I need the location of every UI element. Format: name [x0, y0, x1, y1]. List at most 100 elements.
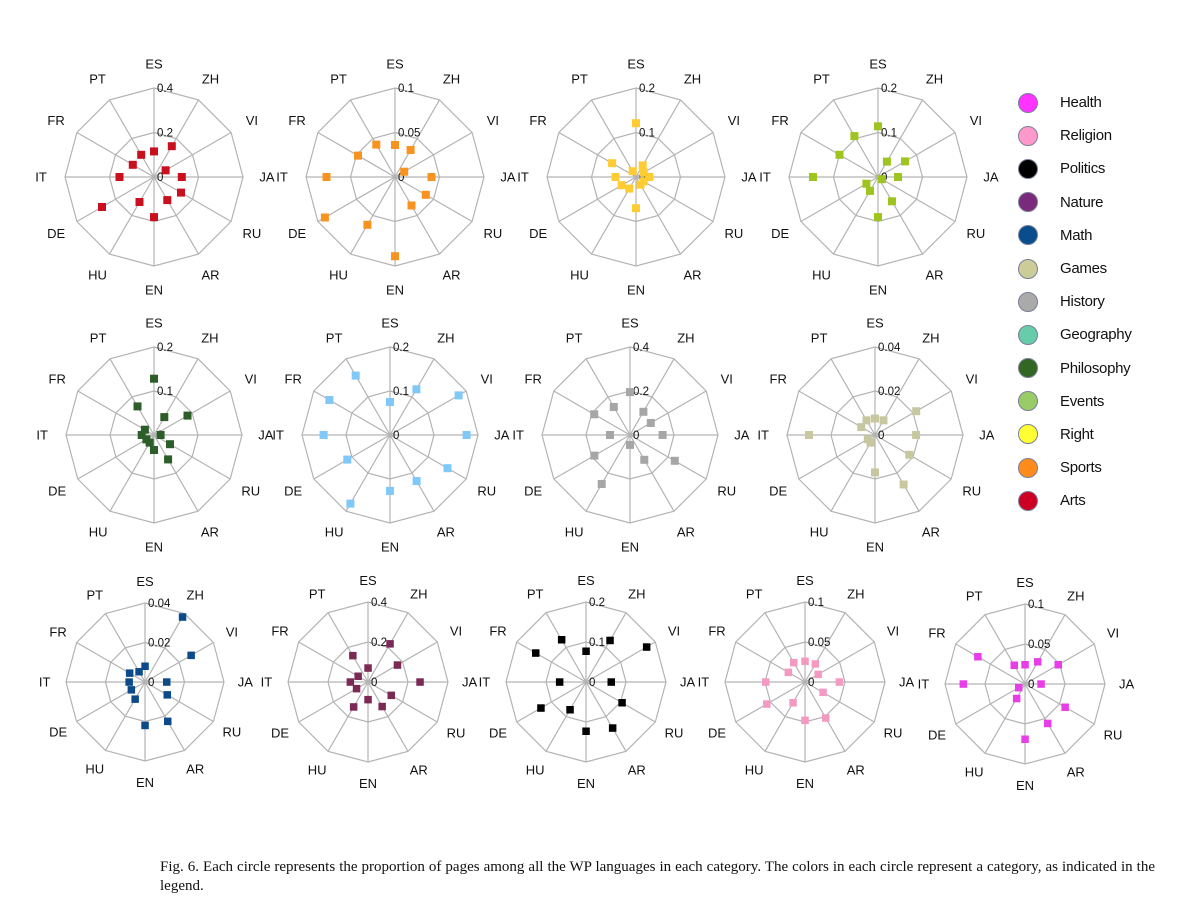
- tick-label: 0.4: [157, 83, 174, 95]
- axis-label: FR: [529, 113, 546, 128]
- axis-label: EN: [869, 283, 887, 298]
- data-point-de: [1015, 683, 1023, 692]
- axis-label: RU: [477, 483, 496, 498]
- radar-chart-games: ES ZH VI JA RU AR EN HU DE IT FR PT 0 0.02 0.04: [757, 316, 994, 555]
- axis-label: PT: [813, 72, 830, 87]
- data-point-ar: [378, 702, 386, 711]
- axis-label: JA: [741, 170, 757, 185]
- axis-label: DE: [708, 725, 726, 740]
- data-point-de: [863, 435, 872, 444]
- tick-label: 0.2: [157, 342, 173, 354]
- data-point-vi: [1054, 661, 1062, 669]
- legend-swatch-icon: [1018, 490, 1038, 511]
- data-point-zh: [178, 613, 187, 621]
- data-point-it: [346, 678, 355, 686]
- data-point-zh: [412, 385, 421, 394]
- grid-spoke: [313, 390, 391, 436]
- axis-label: IT: [759, 170, 771, 185]
- grid-spoke: [313, 434, 391, 480]
- axis-label: HU: [329, 267, 348, 282]
- legend-swatch-icon: [1018, 291, 1038, 312]
- axis-label: DE: [47, 226, 65, 241]
- legend-item-geography: Geography: [1018, 318, 1132, 351]
- axis-label: JA: [899, 675, 915, 690]
- axis-label: HU: [570, 267, 589, 282]
- axis-label: VI: [1107, 626, 1119, 641]
- data-point-vi: [187, 651, 195, 660]
- legend-label: Math: [1060, 226, 1093, 244]
- axis-label: ES: [621, 316, 639, 331]
- data-point-en: [386, 486, 394, 495]
- legend: Health Religion Politics Nature Math Games His…: [1018, 86, 1132, 517]
- grid-spoke: [585, 681, 627, 752]
- data-point-pt: [133, 402, 142, 411]
- data-point-hu: [346, 499, 355, 508]
- data-point-de: [537, 704, 545, 712]
- data-point-de: [127, 686, 136, 694]
- data-point-en: [632, 204, 640, 213]
- tick-label: 0: [1028, 679, 1034, 691]
- tick-label: 0: [589, 677, 595, 689]
- data-point-ja: [416, 678, 424, 686]
- data-point-it: [115, 173, 124, 181]
- axis-label: VI: [487, 113, 499, 128]
- axis-label: AR: [847, 763, 865, 778]
- axis-label: ES: [869, 57, 887, 72]
- grid-spoke: [327, 681, 369, 752]
- grid-spoke: [108, 176, 155, 255]
- legend-label: Arts: [1060, 492, 1086, 510]
- data-point-pt: [850, 132, 859, 141]
- data-point-es: [1021, 661, 1029, 669]
- grid-spoke: [877, 176, 924, 255]
- axis-label: PT: [571, 72, 588, 87]
- legend-swatch-icon: [1018, 324, 1038, 345]
- axis-label: ZH: [926, 72, 943, 87]
- axis-label: PT: [326, 331, 343, 346]
- data-point-ar: [822, 714, 830, 722]
- tick-label: 0: [633, 430, 639, 442]
- axis-label: PT: [90, 331, 107, 346]
- data-point-pt: [351, 371, 360, 380]
- data-point-ru: [1061, 703, 1069, 711]
- data-point-en: [874, 213, 882, 222]
- grid-spoke: [1024, 683, 1066, 754]
- data-point-fr: [128, 160, 137, 169]
- grid-spoke: [349, 99, 396, 178]
- grid-spoke: [153, 434, 199, 512]
- data-point-ru: [670, 456, 679, 465]
- data-point-pt: [372, 140, 381, 149]
- legend-swatch-icon: [1018, 92, 1038, 113]
- data-point-en: [364, 695, 372, 704]
- axis-label: IT: [39, 675, 51, 690]
- axis-label: ES: [145, 316, 163, 331]
- data-point-zh: [638, 161, 647, 170]
- axis-label: FR: [285, 372, 302, 387]
- axis-label: DE: [49, 725, 67, 740]
- data-point-en: [150, 446, 158, 454]
- radar-chart-politics: ES ZH VI JA RU AR EN HU DE IT FR PT 0 0.1 0.2: [479, 573, 696, 791]
- data-point-ar: [888, 197, 896, 206]
- axis-label: ES: [136, 574, 154, 589]
- legend-swatch-icon: [1018, 158, 1038, 179]
- data-point-de: [98, 203, 106, 211]
- data-point-it: [125, 678, 133, 686]
- axis-label: PT: [566, 331, 583, 346]
- data-point-it: [555, 678, 564, 686]
- data-point-ar: [164, 455, 173, 464]
- axis-label: ES: [359, 573, 377, 588]
- data-point-ja: [894, 173, 902, 181]
- data-point-it: [762, 678, 770, 686]
- axis-label: FR: [47, 113, 64, 128]
- axis-label: JA: [979, 428, 995, 443]
- axis-label: RU: [967, 226, 986, 241]
- axis-label: AR: [442, 267, 460, 282]
- data-point-vi: [393, 661, 402, 669]
- radar-chart-health: ES ZH VI JA RU AR EN HU DE IT FR PT 0 0.05 0.1: [918, 575, 1135, 793]
- data-point-it: [611, 173, 620, 181]
- axis-label: HU: [526, 763, 545, 778]
- legend-item-politics: Politics: [1018, 152, 1132, 185]
- tick-label: 0.2: [589, 597, 605, 609]
- radar-chart-geography: ES ZH VI JA RU AR EN HU DE IT FR PT 0 0.1 0.2: [272, 316, 509, 555]
- grid-spoke: [764, 681, 806, 752]
- axis-label: HU: [565, 524, 584, 539]
